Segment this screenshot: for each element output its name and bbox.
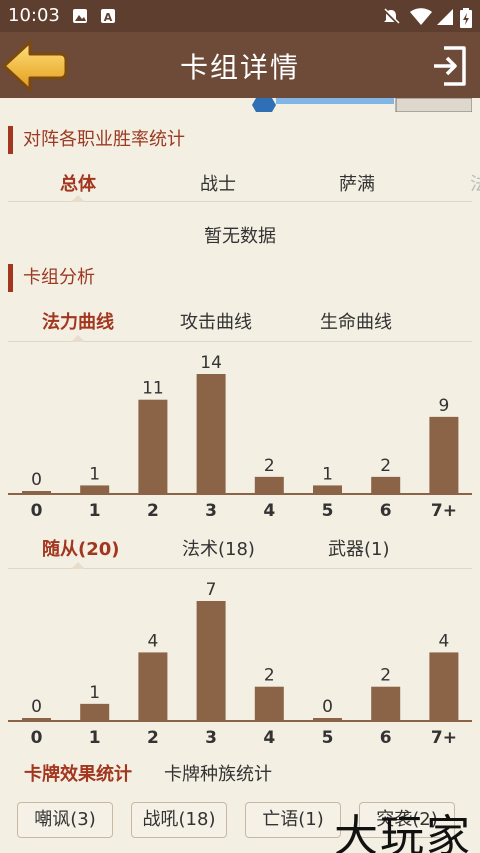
effect-taunt-chip[interactable]: 嘲讽(3) <box>17 802 113 838</box>
svg-text:A: A <box>104 11 113 24</box>
chart-category-label: 3 <box>205 728 217 748</box>
tab-health-curve[interactable]: 生命曲线 <box>320 308 392 334</box>
exit-icon[interactable] <box>430 44 470 88</box>
chart-bar <box>313 485 342 494</box>
chart-bar <box>254 686 284 721</box>
page-title: 卡组详情 <box>179 51 300 84</box>
chart-bar <box>138 399 168 494</box>
chart-value-label: 1 <box>322 464 333 484</box>
chart-bar <box>22 491 51 494</box>
chart-value-label: 14 <box>200 353 222 373</box>
tab-mana-curve[interactable]: 法力曲线 <box>42 308 114 334</box>
tab-card-effects[interactable]: 卡牌效果统计 <box>24 760 132 786</box>
chart-category-label: 3 <box>205 501 217 521</box>
chart-bar <box>138 652 168 721</box>
chart-category-label: 1 <box>89 501 101 521</box>
chart-category-label: 1 <box>89 728 101 748</box>
chart-bar <box>254 476 284 494</box>
chart-category-label: 2 <box>147 728 159 748</box>
tab-overall[interactable]: 总体 <box>60 170 96 196</box>
chart-category-label: 4 <box>263 501 275 521</box>
minion-curve-chart: 0 0 1 1 4 2 7 3 2 4 0 5 2 6 4 7+ <box>8 580 472 748</box>
analysis-section-title: 卡组分析 <box>8 264 95 292</box>
tab-warrior[interactable]: 战士 <box>200 170 236 196</box>
font-notification-icon: A <box>101 9 115 24</box>
tab-spells[interactable]: 法术(18) <box>182 535 255 561</box>
chart-bar <box>80 703 110 721</box>
chart-bar <box>371 476 401 494</box>
image-notification-icon <box>73 9 87 23</box>
chart-bar <box>196 374 226 494</box>
tab-weapons[interactable]: 武器(1) <box>328 535 390 561</box>
chart-bar <box>22 718 51 721</box>
tab-minions[interactable]: 随从(20) <box>42 535 120 561</box>
effect-tabs: 卡牌效果统计 卡牌种族统计 <box>8 760 472 794</box>
chart-value-label: 0 <box>31 697 42 717</box>
chart-category-label: 6 <box>380 501 392 521</box>
chart-bar <box>371 686 401 721</box>
watermark-logo: 大玩家 <box>334 811 472 853</box>
active-tab-indicator <box>71 195 85 202</box>
status-time: 10:03 <box>8 5 60 26</box>
chart-value-label: 2 <box>380 666 391 686</box>
status-bar: 10:03 A <box>0 0 480 32</box>
no-data-text: 暂无数据 <box>204 226 276 247</box>
mana-curve-chart: 001111214324152697+ <box>8 353 472 521</box>
chart-category-label: 4 <box>263 728 275 748</box>
chart-category-label: 5 <box>322 501 334 521</box>
chart-category-label: 2 <box>147 501 159 521</box>
chart-value-label: 4 <box>147 631 158 651</box>
chart-bar <box>429 416 459 494</box>
chart-category-label: 0 <box>31 501 43 521</box>
chart-value-label: 0 <box>322 697 333 717</box>
chart-value-label: 1 <box>89 464 100 484</box>
tab-attack-curve[interactable]: 攻击曲线 <box>180 308 252 334</box>
active-tab-indicator <box>71 335 85 342</box>
chart-value-label: 11 <box>142 379 164 399</box>
mute-notifications-icon <box>383 8 400 25</box>
tab-shaman[interactable]: 萨满 <box>339 170 375 196</box>
tab-card-races[interactable]: 卡牌种族统计 <box>164 760 272 786</box>
chart-category-label: 7+ <box>431 501 457 521</box>
tab-mage[interactable]: 法 <box>470 170 480 196</box>
chart-value-label: 9 <box>438 396 449 416</box>
chart-category-label: 5 <box>322 728 334 748</box>
winrate-section-title: 对阵各职业胜率统计 <box>8 126 185 154</box>
card-type-tabs: 随从(20) 法术(18) 武器(1) <box>8 535 472 569</box>
curve-tabs: 法力曲线 攻击曲线 生命曲线 <box>8 308 472 342</box>
chart-value-label: 2 <box>264 666 275 686</box>
chart-bar <box>313 718 342 721</box>
battery-icon <box>460 8 472 28</box>
chart-value-label: 2 <box>264 456 275 476</box>
chart-value-label: 4 <box>438 631 449 651</box>
app-header: 卡组详情 <box>0 32 480 98</box>
chart-bar <box>429 652 459 721</box>
chart-bar <box>196 601 226 721</box>
chart-value-label: 1 <box>89 683 100 703</box>
chart-category-label: 0 <box>31 728 43 748</box>
chart-value-label: 2 <box>380 456 391 476</box>
effect-battlecry-chip[interactable]: 战吼(18) <box>131 802 227 838</box>
chart-category-label: 7+ <box>431 728 457 748</box>
active-tab-indicator <box>71 562 85 569</box>
effect-deathrattle-chip[interactable]: 亡语(1) <box>245 802 341 838</box>
chart-value-label: 7 <box>206 580 217 600</box>
peek-banner <box>252 98 472 112</box>
chart-bar <box>80 485 110 494</box>
signal-icon <box>437 9 453 25</box>
chart-value-label: 0 <box>31 470 42 490</box>
chart-category-label: 6 <box>380 728 392 748</box>
winrate-class-tabs: 总体 战士 萨满 法 <box>8 170 480 202</box>
wifi-icon <box>410 8 432 25</box>
